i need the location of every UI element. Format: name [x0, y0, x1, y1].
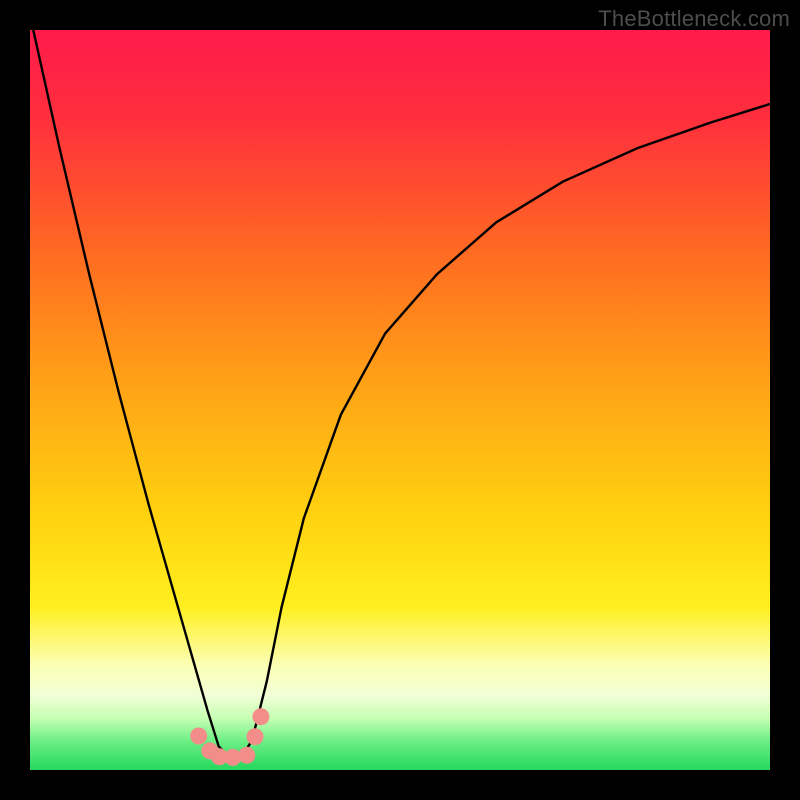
marker-dot — [238, 747, 255, 764]
plot-area — [30, 30, 770, 770]
marker-dot — [190, 728, 207, 745]
bottleneck-curve — [30, 30, 770, 758]
marker-dot — [247, 728, 264, 745]
chart-svg — [30, 30, 770, 770]
marker-group — [190, 708, 269, 766]
marker-dot — [252, 708, 269, 725]
outer-frame: TheBottleneck.com — [0, 0, 800, 800]
curve-group — [30, 30, 770, 758]
watermark-text: TheBottleneck.com — [598, 6, 790, 32]
